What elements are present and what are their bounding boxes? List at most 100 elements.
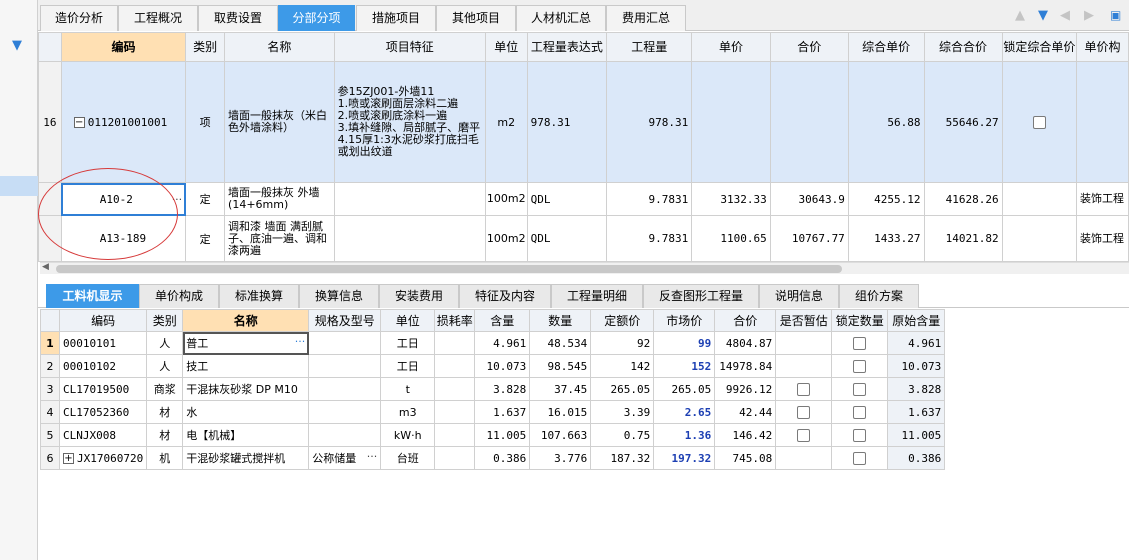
tab-sub-items[interactable]: 分部分项 <box>278 5 355 31</box>
type-cell[interactable]: 定 <box>185 182 226 216</box>
header-orig-content[interactable]: 原始含量 <box>887 309 946 332</box>
header-name[interactable]: 名称 <box>182 309 310 332</box>
estimate-checkbox[interactable] <box>797 382 811 396</box>
lock-qty-cell[interactable] <box>831 446 889 470</box>
tab-resource-summary[interactable]: 人材机汇总 <box>516 5 606 31</box>
loss-cell[interactable] <box>434 446 476 470</box>
total-cell[interactable]: 4804.87 <box>714 331 777 355</box>
unit-cell[interactable]: 工日 <box>380 331 436 355</box>
header-expr[interactable]: 工程量表达式 <box>526 32 608 62</box>
amount-cell[interactable]: 48.534 <box>529 331 592 355</box>
unit-cell[interactable]: t <box>380 377 436 401</box>
name-cell[interactable]: 干混砂浆罐式搅拌机 <box>182 446 310 470</box>
arrow-down-icon[interactable]: ▼ <box>1038 8 1048 23</box>
header-quota-price[interactable]: 定额价 <box>590 309 655 332</box>
header-code[interactable]: 编码 <box>60 32 187 62</box>
expr-cell[interactable]: QDL <box>526 182 608 216</box>
qty-cell[interactable]: 9.7831 <box>606 215 693 262</box>
estimate-cell[interactable] <box>775 377 833 401</box>
name-cell[interactable]: 技工 <box>182 354 310 378</box>
content-cell[interactable]: 4.961 <box>474 331 531 355</box>
content-cell[interactable]: 10.073 <box>474 354 531 378</box>
estimate-cell[interactable] <box>775 331 833 355</box>
template-cell[interactable]: 装饰工程 <box>1076 182 1129 216</box>
spec-cell[interactable] <box>308 423 382 447</box>
type-cell[interactable]: 人 <box>146 331 184 355</box>
price-cell[interactable]: 3132.33 <box>691 182 771 216</box>
header-feature[interactable]: 项目特征 <box>333 32 486 62</box>
tab-resource-display[interactable]: 工料机显示 <box>46 284 139 308</box>
type-cell[interactable]: 机 <box>146 446 184 470</box>
lock-price-cell[interactable] <box>1001 215 1078 262</box>
tab-project-overview[interactable]: 工程概况 <box>118 5 198 31</box>
spec-cell[interactable] <box>308 331 382 355</box>
market-cell[interactable]: 2.65 <box>653 400 716 424</box>
header-lock-price[interactable]: 锁定综合单价 <box>1001 32 1078 62</box>
lock-checkbox[interactable] <box>1032 115 1046 129</box>
code-cell[interactable]: 00010101 <box>58 331 148 355</box>
tab-install-fee[interactable]: 安装费用 <box>379 284 459 308</box>
name-cell[interactable]: 普工 ··· <box>182 331 310 355</box>
tab-fee-summary[interactable]: 费用汇总 <box>606 5 686 31</box>
more-icon[interactable]: ··· <box>172 193 183 206</box>
name-cell[interactable]: 墙面一般抹灰（米白色外墙涂料） <box>224 61 335 183</box>
arrow-left-icon[interactable]: ◀ <box>1060 8 1070 23</box>
quota-cell[interactable]: 142 <box>590 354 655 378</box>
market-cell[interactable]: 197.32 <box>653 446 716 470</box>
comp-total-cell[interactable]: 14021.82 <box>923 215 1003 262</box>
arrow-up-icon[interactable]: ▲ <box>1015 8 1025 23</box>
comp-price-cell[interactable]: 56.88 <box>847 61 925 183</box>
header-estimate[interactable]: 是否暂估 <box>775 309 833 332</box>
expr-cell[interactable]: QDL <box>526 215 608 262</box>
tab-cost-analysis[interactable]: 造价分析 <box>40 5 118 31</box>
content-cell[interactable]: 1.637 <box>474 400 531 424</box>
quota-cell[interactable]: 187.32 <box>590 446 655 470</box>
estimate-cell[interactable] <box>775 354 833 378</box>
content-cell[interactable]: 0.386 <box>474 446 531 470</box>
tab-features[interactable]: 特征及内容 <box>459 284 551 308</box>
scrollbar-thumb[interactable] <box>56 265 842 273</box>
estimate-cell[interactable] <box>775 423 833 447</box>
orig-cell[interactable]: 3.828 <box>887 377 946 401</box>
type-cell[interactable]: 商浆 <box>146 377 184 401</box>
name-cell[interactable]: 干混抹灰砂浆 DP M10 <box>182 377 310 401</box>
comp-price-cell[interactable]: 1433.27 <box>847 215 925 262</box>
header-type[interactable]: 类别 <box>185 32 226 62</box>
template-cell[interactable] <box>1076 61 1129 183</box>
header-comp-total[interactable]: 综合合价 <box>923 32 1003 62</box>
header-amount[interactable]: 数量 <box>529 309 592 332</box>
table-row[interactable]: 4 CL17052360 材 水 m3 1.637 16.015 3.39 2.… <box>40 400 946 424</box>
tab-conversion-info[interactable]: 换算信息 <box>299 284 379 308</box>
lock-qty-checkbox[interactable] <box>853 336 867 350</box>
tab-other-items[interactable]: 其他项目 <box>436 5 516 31</box>
header-loss[interactable]: 损耗率 <box>434 309 476 332</box>
header-spec[interactable]: 规格及型号 <box>308 309 382 332</box>
code-cell[interactable]: A10-2 ··· <box>60 182 187 216</box>
orig-cell[interactable]: 0.386 <box>887 446 946 470</box>
header-unit[interactable]: 单位 <box>484 32 528 62</box>
lock-qty-cell[interactable] <box>831 400 889 424</box>
total-cell[interactable]: 9926.12 <box>714 377 777 401</box>
table-row[interactable]: 6 + JX17060720 机 干混砂浆罐式搅拌机 公称储量 ··· 台班 0.3… <box>40 446 946 470</box>
lock-qty-checkbox[interactable] <box>853 428 867 442</box>
tab-fee-settings[interactable]: 取费设置 <box>198 5 278 31</box>
tab-description[interactable]: 说明信息 <box>759 284 839 308</box>
expand-icon[interactable]: + <box>63 453 74 464</box>
name-cell[interactable]: 电【机械】 <box>182 423 310 447</box>
header-price[interactable]: 单价 <box>691 32 771 62</box>
header-total[interactable]: 合价 <box>769 32 849 62</box>
header-total[interactable]: 合价 <box>714 309 777 332</box>
tab-qty-detail[interactable]: 工程量明细 <box>551 284 643 308</box>
header-type[interactable]: 类别 <box>146 309 184 332</box>
market-cell[interactable]: 152 <box>653 354 716 378</box>
type-cell[interactable]: 定 <box>185 215 226 262</box>
estimate-checkbox[interactable] <box>797 405 811 419</box>
code-cell[interactable]: −011201001001 <box>60 61 187 183</box>
more-icon[interactable]: ··· <box>367 450 378 463</box>
spec-cell[interactable]: 公称储量 ··· <box>308 446 382 470</box>
code-cell[interactable]: A13-189 <box>60 215 187 262</box>
type-cell[interactable]: 材 <box>146 423 184 447</box>
feature-cell[interactable]: 参15ZJ001-外墙11 1.喷或滚刷面层涂料二遍 2.喷或滚刷底涂料一遍 3.填补… <box>333 61 486 183</box>
lock-qty-checkbox[interactable] <box>853 405 867 419</box>
name-cell[interactable]: 墙面一般抹灰 外墙(14+6mm) <box>224 182 335 216</box>
